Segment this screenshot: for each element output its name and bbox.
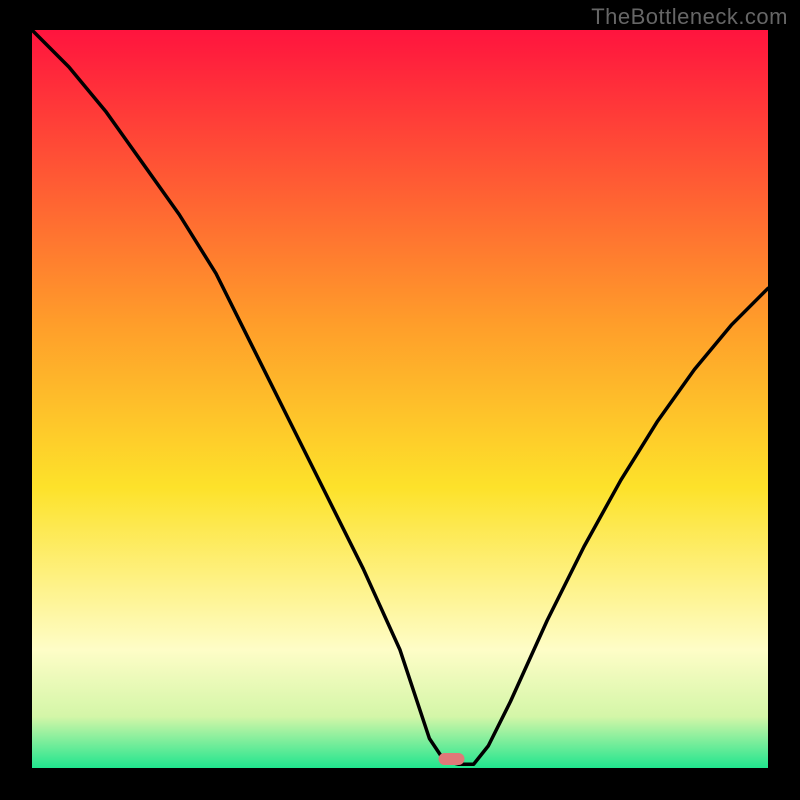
chart-frame: TheBottleneck.com <box>0 0 800 800</box>
plot-background <box>32 30 768 768</box>
watermark-text: TheBottleneck.com <box>591 4 788 30</box>
bottleneck-marker <box>439 753 465 765</box>
bottleneck-plot <box>32 30 768 768</box>
